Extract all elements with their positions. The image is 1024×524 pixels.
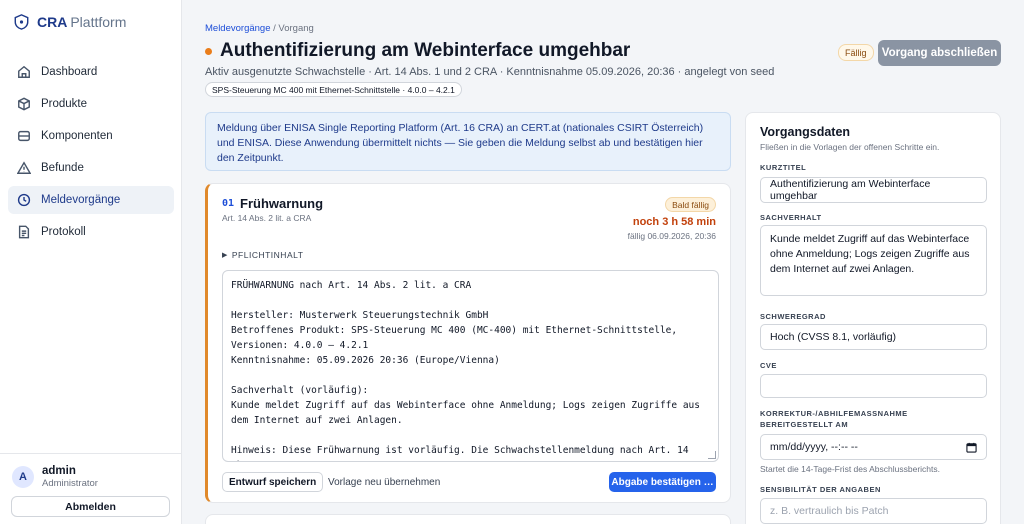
user-info: A admin Administrator [12,465,98,489]
kurztitel-label: KURZTITEL [760,163,807,172]
nav-label: Meldevorgänge [41,194,121,206]
clock-icon [17,193,31,207]
nav-item-befunde[interactable]: Befunde [8,154,174,182]
sidebar-footer: A admin Administrator Abmelden [0,453,182,524]
page-subtitle: Aktiv ausgenutzte Schwachstelle · Art. 1… [205,66,775,78]
step-card-fruehwarnung: 01 Frühwarnung Art. 14 Abs. 2 lit. a CRA… [205,183,731,503]
nav-label: Dashboard [41,66,98,78]
layers-icon [18,130,30,142]
sachverhalt-textarea[interactable]: Kunde meldet Zugriff auf das Webinterfac… [760,225,987,296]
nav-label: Komponenten [41,130,113,142]
breadcrumb: Meldevorgänge / Vorgang [205,23,314,34]
sachverhalt-text: Kunde meldet Zugriff auf das Webinterfac… [770,233,970,275]
status-dot [205,47,212,55]
user-role: Administrator [42,478,98,489]
panel-title: Vorgangsdaten [760,125,851,139]
caret-right-icon: ▶ [222,252,228,259]
next-step-card [205,514,731,524]
main-nav: Dashboard Produkte Komponenten Befunde M… [8,58,174,250]
reload-template-button[interactable]: Vorlage neu übernehmen [328,472,440,492]
case-data-panel: Vorgangsdaten Fließen in die Vorlagen de… [745,112,1001,524]
due-date: fällig 06.09.2026, 20:36 [627,231,716,241]
sidebar: CRA Plattform Dashboard Produkte Komponen… [0,0,182,524]
sachverhalt-label: SACHVERHALT [760,213,822,222]
report-content-text: FRÜHWARNUNG nach Art. 14 Abs. 2 lit. a C… [231,280,700,461]
shield-icon [14,14,29,30]
breadcrumb-current: / Vorgang [270,23,314,34]
save-draft-button[interactable]: Entwurf speichern [222,472,324,492]
countdown: noch 3 h 58 min [632,216,716,228]
breadcrumb-link[interactable]: Meldevorgänge [205,23,271,34]
page-title: Authentifizierung am Webinterface umgehb… [220,40,631,61]
cve-input[interactable] [760,374,987,398]
nav-label: Befunde [41,162,84,174]
calendar-icon[interactable] [966,442,977,453]
sensibilitaet-input[interactable]: z. B. vertraulich bis Patch [760,498,987,524]
schweregrad-input[interactable]: Hoch (CVSS 8.1, vorläufig) [760,324,987,350]
panel-subtitle: Fließen in die Vorlagen der offenen Schr… [760,142,940,152]
warning-icon [17,161,31,174]
brand-name-rest: Plattform [70,14,127,30]
nav-label: Protokoll [41,226,86,238]
pflichtinhalt-label: PFLICHTINHALT [231,250,304,260]
confirm-submission-button[interactable]: Abgabe bestätigen … [609,472,716,492]
korrektur-label: KORREKTUR-/ABHILFEMASSNAHME BEREITGESTEL… [760,409,908,429]
nav-label: Produkte [41,98,88,110]
status-badge: Fällig [838,44,874,61]
schweregrad-label: SCHWEREGRAD [760,312,826,321]
kurztitel-input[interactable]: Authentifizierung am Webinterface umgehb… [760,177,987,203]
step-reference: Art. 14 Abs. 2 lit. a CRA [222,213,312,223]
sensibilitaet-label: SENSIBILITÄT DER ANGABEN [760,485,881,494]
resize-handle-icon[interactable] [708,451,716,459]
nav-item-dashboard[interactable]: Dashboard [8,58,174,86]
nav-item-komponenten[interactable]: Komponenten [8,122,174,150]
korrektur-hint: Startet die 14-Tage-Frist des Abschlussb… [760,464,940,474]
korrektur-datetime-input[interactable]: mm/dd/yyyy, --:-- -- [760,434,987,460]
user-name: admin [42,465,76,477]
title-row: Authentifizierung am Webinterface umgehb… [205,40,630,62]
step-number: 01 [222,198,235,209]
info-box: Meldung über ENISA Single Reporting Plat… [205,112,731,171]
box-icon [18,97,30,111]
report-content-textarea[interactable]: FRÜHWARNUNG nach Art. 14 Abs. 2 lit. a C… [222,270,719,462]
close-case-button[interactable]: Vorgang abschließen [878,40,1001,66]
step-title: Frühwarnung [240,196,324,211]
pflichtinhalt-toggle[interactable]: ▶ PFLICHTINHALT [222,250,303,260]
brand-name-strong: CRA [37,14,68,30]
logout-button[interactable]: Abmelden [11,496,170,517]
cve-label: CVE [760,361,777,370]
brand-logo[interactable]: CRA Plattform [14,12,126,32]
datetime-value: mm/dd/yyyy, --:-- -- [770,441,858,453]
document-icon [18,225,30,239]
avatar: A [12,466,34,488]
product-pill: SPS-Steuerung MC 400 mit Ethernet-Schnit… [205,82,462,97]
home-icon [18,65,30,78]
nav-item-protokoll[interactable]: Protokoll [8,218,174,246]
nav-item-produkte[interactable]: Produkte [8,90,174,118]
due-soon-badge: Bald fällig [665,197,716,212]
nav-item-meldevorgaenge[interactable]: Meldevorgänge [8,186,174,214]
